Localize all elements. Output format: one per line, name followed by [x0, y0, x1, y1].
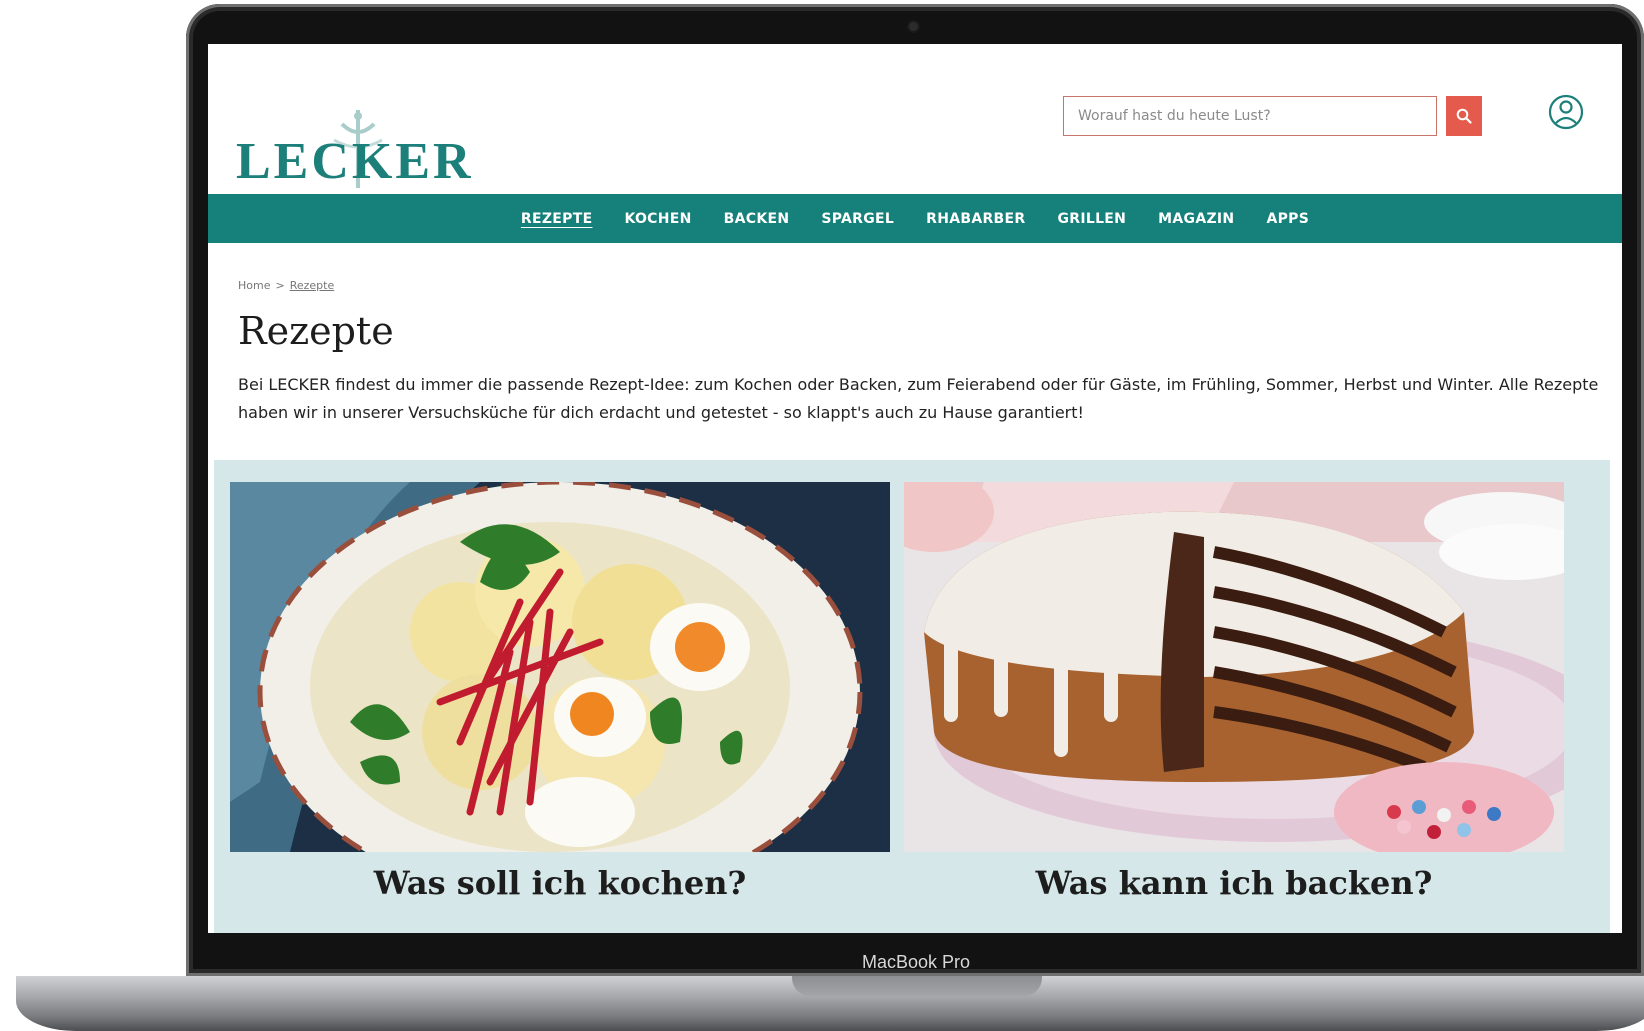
- camera-icon: [909, 22, 918, 31]
- nav-item-grillen[interactable]: GRILLEN: [1057, 211, 1126, 227]
- nav-item-apps[interactable]: APPS: [1266, 211, 1309, 227]
- browser-screen: LECKER REZEPTE KOCHEN BACKEN SPARGEL RHA…: [208, 44, 1622, 933]
- nav-item-spargel[interactable]: SPARGEL: [821, 211, 894, 227]
- breadcrumb-separator: >: [275, 279, 285, 292]
- potato-salad-image: [230, 482, 890, 852]
- page-intro: Bei LECKER findest du immer die passende…: [238, 375, 1599, 422]
- search-button[interactable]: [1446, 96, 1482, 136]
- teaser-title-backen[interactable]: Was kann ich backen?: [904, 864, 1564, 902]
- device-label: MacBook Pro: [861, 952, 971, 972]
- breadcrumb: Home > Rezepte: [238, 279, 334, 292]
- search-field[interactable]: [1063, 96, 1437, 136]
- teaser-card-kochen[interactable]: Was soll ich kochen?: [230, 482, 890, 902]
- nav-item-rezepte[interactable]: REZEPTE: [521, 211, 593, 227]
- nav-item-backen[interactable]: BACKEN: [724, 211, 790, 227]
- site-logo[interactable]: LECKER: [236, 88, 471, 190]
- nav-item-kochen[interactable]: KOCHEN: [624, 211, 691, 227]
- user-icon[interactable]: [1548, 94, 1584, 130]
- teaser-image-backen[interactable]: [904, 482, 1564, 852]
- laptop-notch: [792, 976, 1042, 996]
- page-title: Rezepte: [238, 309, 394, 353]
- teaser-image-kochen[interactable]: [230, 482, 890, 852]
- breadcrumb-home[interactable]: Home: [238, 279, 270, 292]
- logo-text: LECKER: [236, 133, 474, 190]
- teaser-card-backen[interactable]: Was kann ich backen?: [904, 482, 1564, 902]
- teaser-section: Was soll ich kochen? Was kann ich backen…: [214, 460, 1610, 933]
- search-input[interactable]: [1064, 97, 1436, 135]
- breadcrumb-current[interactable]: Rezepte: [290, 279, 335, 292]
- zebra-cake-image: [904, 482, 1564, 852]
- teaser-title-kochen[interactable]: Was soll ich kochen?: [230, 864, 890, 902]
- nav-item-rhabarber[interactable]: RHABARBER: [926, 211, 1025, 227]
- main-navigation: REZEPTE KOCHEN BACKEN SPARGEL RHABARBER …: [208, 194, 1622, 243]
- nav-item-magazin[interactable]: MAGAZIN: [1158, 211, 1234, 227]
- search-icon: [1456, 108, 1472, 124]
